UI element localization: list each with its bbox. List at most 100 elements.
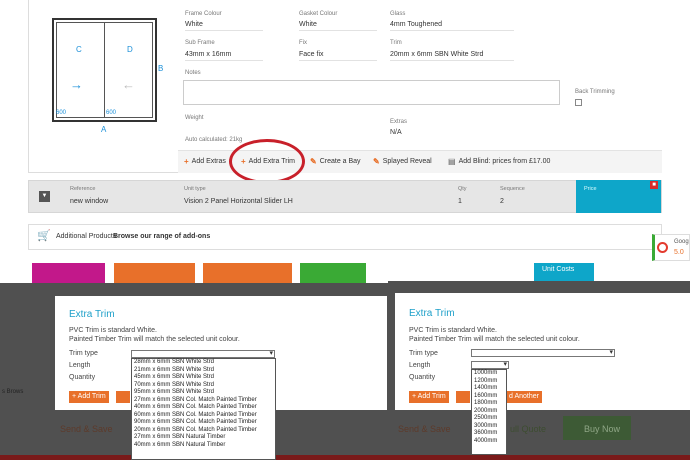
trim-option[interactable]: 60mm x 6mm SBN Col. Match Painted Timber — [132, 412, 275, 420]
length-option[interactable]: 1200mm — [472, 378, 506, 386]
google-label: Goog — [674, 239, 689, 245]
sub-frame-field[interactable]: 43mm x 16mm — [185, 51, 263, 61]
delete-trash-icon[interactable]: ■ — [650, 181, 658, 189]
create-bay-button[interactable]: ✎ Create a Bay — [310, 157, 361, 166]
notes-label: Notes — [185, 70, 201, 76]
add-extras-button[interactable]: + Add Extras — [184, 157, 226, 166]
trim-option[interactable]: 27mm x 6mm SBN Natural Timber — [132, 434, 275, 442]
unit-editor-screenshot: C D → ← 600 600 A B Frame Colour White G… — [0, 0, 690, 285]
reference-value: new window — [70, 198, 109, 205]
slide-right-arrow-icon: → — [70, 77, 83, 92]
bg-buy-now-label: Buy Now — [584, 424, 621, 434]
unit-summary-row — [28, 180, 662, 213]
cta-green-button[interactable] — [300, 263, 366, 285]
price-cell — [576, 180, 661, 213]
sub-frame-label: Sub Frame — [185, 40, 215, 46]
length-option[interactable]: 1000mm — [472, 370, 506, 378]
back-trimming-checkbox[interactable] — [575, 99, 582, 106]
back-trimming-label: Back Trimming — [575, 89, 615, 95]
partial-orange-button[interactable] — [116, 391, 130, 403]
extras-value: N/A — [390, 129, 402, 136]
gasket-colour-label: Gasket Colour — [299, 11, 338, 17]
expand-caret-icon[interactable]: ▼ — [39, 191, 50, 202]
add-extras-label: Add Extras — [191, 158, 226, 165]
length-option[interactable]: 4000mm — [472, 438, 506, 446]
splayed-reveal-label: Splayed Reveal — [382, 158, 432, 165]
unit-costs-label: Unit Costs — [542, 266, 575, 273]
notes-textarea[interactable] — [183, 80, 560, 105]
glass-label: Glass — [390, 11, 406, 17]
trim-option[interactable]: 40mm x 6mm SBN Col. Match Painted Timber — [132, 404, 275, 412]
trim-option[interactable]: 20mm x 6mm SBN Col. Match Painted Timber — [132, 427, 275, 435]
pane-label-left: C — [76, 45, 82, 54]
trim-type-select-right[interactable] — [471, 348, 615, 357]
reference-header: Reference — [70, 186, 96, 192]
length-label: Length — [69, 362, 91, 369]
trim-type-select[interactable] — [131, 349, 275, 358]
trim-option[interactable]: 45mm x 6mm SBN White Strd — [132, 374, 275, 382]
add-another-button[interactable]: d Another — [506, 391, 542, 403]
frame-colour-field[interactable]: White — [185, 21, 263, 31]
fix-label: Fix — [299, 40, 307, 46]
sequence-header: Sequence — [500, 186, 525, 192]
add-blind-label: Add Blind: prices from £17.00 — [458, 158, 551, 165]
gasket-colour-field[interactable]: White — [299, 21, 377, 31]
dimension-left: 600 — [56, 110, 67, 116]
length-option[interactable]: 1400mm — [472, 385, 506, 393]
trim-field[interactable]: 20mm x 6mm SBN White Strd — [390, 51, 514, 61]
fix-field[interactable]: Face fix — [299, 51, 377, 61]
frame-colour-label: Frame Colour — [185, 11, 222, 17]
glass-field[interactable]: 4mm Toughened — [390, 21, 514, 31]
length-option[interactable]: 3600mm — [472, 430, 506, 438]
add-trim-label-right: Add Trim — [417, 393, 446, 400]
edit-icon: ✎ — [373, 157, 380, 166]
trim-option[interactable]: 28mm x 6mm SBN White Strd — [132, 359, 275, 367]
trim-option[interactable]: 95mm x 6mm SBN White Strd — [132, 389, 275, 397]
length-option[interactable]: 1600mm — [472, 393, 506, 401]
browse-addons-link[interactable]: Browse our range of add-ons — [113, 233, 210, 240]
modal-title-right: Extra Trim — [409, 308, 455, 319]
length-option[interactable]: 2500mm — [472, 415, 506, 423]
cta-orange-button[interactable] — [114, 263, 195, 285]
cta-magenta-button[interactable] — [32, 263, 105, 285]
trim-option[interactable]: 90mm x 6mm SBN Col. Match Painted Timber — [132, 419, 275, 427]
cta-orange-button-2[interactable] — [203, 263, 292, 285]
blind-icon: ▤ — [448, 157, 456, 166]
bg-send-save-label: Send & Save — [60, 424, 113, 434]
plus-icon: + — [184, 157, 189, 166]
length-dropdown-list[interactable]: 1000mm 1200mm 1400mm 1600mm 1800mm 2000mm 2500… — [471, 369, 507, 455]
additional-products-label: Additional Products — [56, 233, 117, 240]
slide-left-arrow-icon: ← — [122, 77, 135, 92]
splayed-reveal-button[interactable]: ✎ Splayed Reveal — [373, 157, 432, 166]
add-trim-button[interactable]: + Add Trim — [69, 391, 109, 403]
add-trim-button-right[interactable]: + Add Trim — [409, 391, 449, 403]
trim-option[interactable]: 40mm x 6mm SBN Natural Timber — [132, 442, 275, 450]
trim-option[interactable]: 70mm x 6mm SBN White Strd — [132, 382, 275, 390]
trim-option[interactable]: 21mm x 6mm SBN White Strd — [132, 367, 275, 375]
partial-orange-button-right[interactable] — [456, 391, 470, 403]
modal-text-line1: PVC Trim is standard White. — [69, 327, 157, 334]
length-option[interactable]: 3000mm — [472, 423, 506, 431]
add-trim-label: Add Trim — [77, 393, 106, 400]
bg-browse-fragment: s Brows — [2, 389, 24, 395]
weight-label: Weight — [185, 115, 204, 121]
quantity-label-right: Quantity — [409, 374, 436, 381]
google-score: 5.0 — [674, 249, 684, 256]
trim-option[interactable]: 27mm x 6mm SBN Col. Match Painted Timber — [132, 397, 275, 405]
length-option[interactable]: 1800mm — [472, 400, 506, 408]
trim-type-dropdown-list[interactable]: 28mm x 6mm SBN White Strd 21mm x 6mm SBN … — [131, 358, 276, 460]
add-another-label: d Another — [509, 393, 539, 400]
dimension-right: 600 — [106, 110, 117, 116]
cart-icon: 🛒 — [37, 230, 51, 242]
length-select[interactable] — [471, 360, 509, 369]
length-label-right: Length — [409, 362, 431, 369]
dimension-height-letter: B — [158, 64, 164, 73]
length-option[interactable]: 2000mm — [472, 408, 506, 416]
modal-text-line2-right: Painted Timber Trim will match the selec… — [409, 336, 580, 343]
trim-type-label: Trim type — [69, 350, 98, 357]
modal-text-line2: Painted Timber Trim will match the selec… — [69, 336, 240, 343]
add-blind-button[interactable]: ▤ Add Blind: prices from £17.00 — [448, 157, 550, 166]
unit-type-header: Unit type — [184, 186, 206, 192]
unit-type-value: Vision 2 Panel Horizontal Slider LH — [184, 198, 293, 205]
bg-send-save-label-right: Send & Save — [398, 424, 451, 434]
